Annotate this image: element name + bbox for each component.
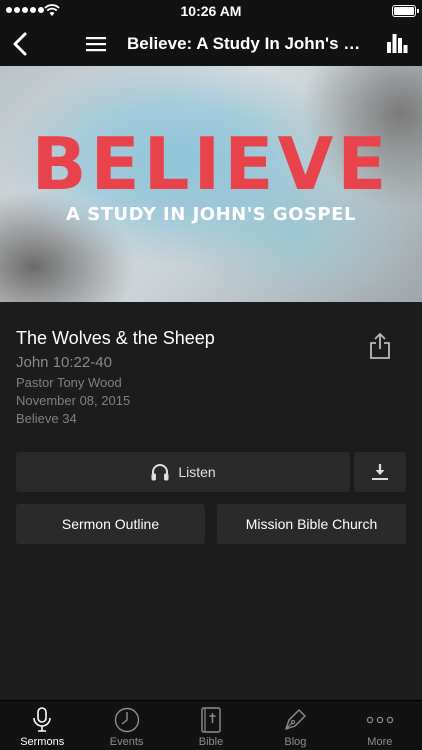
tab-label: Events (109, 736, 144, 748)
tab-events[interactable]: Events (84, 701, 168, 750)
status-bar: 10:26 AM (0, 0, 422, 22)
sermon-series: Believe 34 (16, 411, 77, 426)
download-icon (372, 464, 388, 480)
bar-chart-icon[interactable] (386, 32, 408, 54)
hamburger-menu-icon[interactable] (84, 34, 108, 54)
sermon-scripture: John 10:22-40 (16, 354, 112, 371)
listen-label: Listen (178, 464, 216, 480)
tab-label: Sermons (20, 736, 65, 748)
battery-icon (392, 5, 419, 17)
headphones-icon (151, 464, 169, 481)
tab-bar: Sermons Events Bible Blog More (0, 700, 422, 750)
microphone-icon (28, 706, 56, 734)
banner-title: BELIEVE (31, 122, 391, 206)
back-chevron-icon[interactable] (8, 30, 34, 58)
status-time: 10:26 AM (180, 3, 242, 19)
more-dots-icon (366, 706, 394, 734)
sermon-title: The Wolves & the Sheep (16, 328, 215, 348)
tab-label: Blog (284, 736, 307, 748)
tab-sermons[interactable]: Sermons (0, 701, 84, 750)
tab-more[interactable]: More (338, 701, 422, 750)
nav-title: Believe: A Study In John's Gospel (127, 34, 373, 53)
sermon-date: November 08, 2015 (16, 393, 131, 408)
listen-button[interactable]: Listen (16, 452, 350, 492)
clock-icon (113, 706, 141, 734)
download-button[interactable] (354, 452, 406, 492)
nav-bar: Believe: A Study In John's Gospel (0, 22, 422, 66)
sermon-pastor: Pastor Tony Wood (16, 375, 122, 390)
share-icon[interactable] (368, 332, 392, 360)
tab-bible[interactable]: Bible (169, 701, 253, 750)
banner-subtitle: A STUDY IN JOHN'S GOSPEL (66, 204, 356, 225)
tab-label: More (367, 736, 393, 748)
tab-label: Bible (198, 736, 224, 748)
bible-icon (197, 706, 225, 734)
sermon-outline-button[interactable]: Sermon Outline (16, 504, 205, 544)
pen-icon (281, 706, 309, 734)
sermon-detail: The Wolves & the Sheep John 10:22-40 Pas… (0, 302, 422, 700)
church-link-button[interactable]: Mission Bible Church (217, 504, 406, 544)
series-banner-image: BELIEVE A STUDY IN JOHN'S GOSPEL (0, 66, 422, 302)
tab-blog[interactable]: Blog (253, 701, 337, 750)
